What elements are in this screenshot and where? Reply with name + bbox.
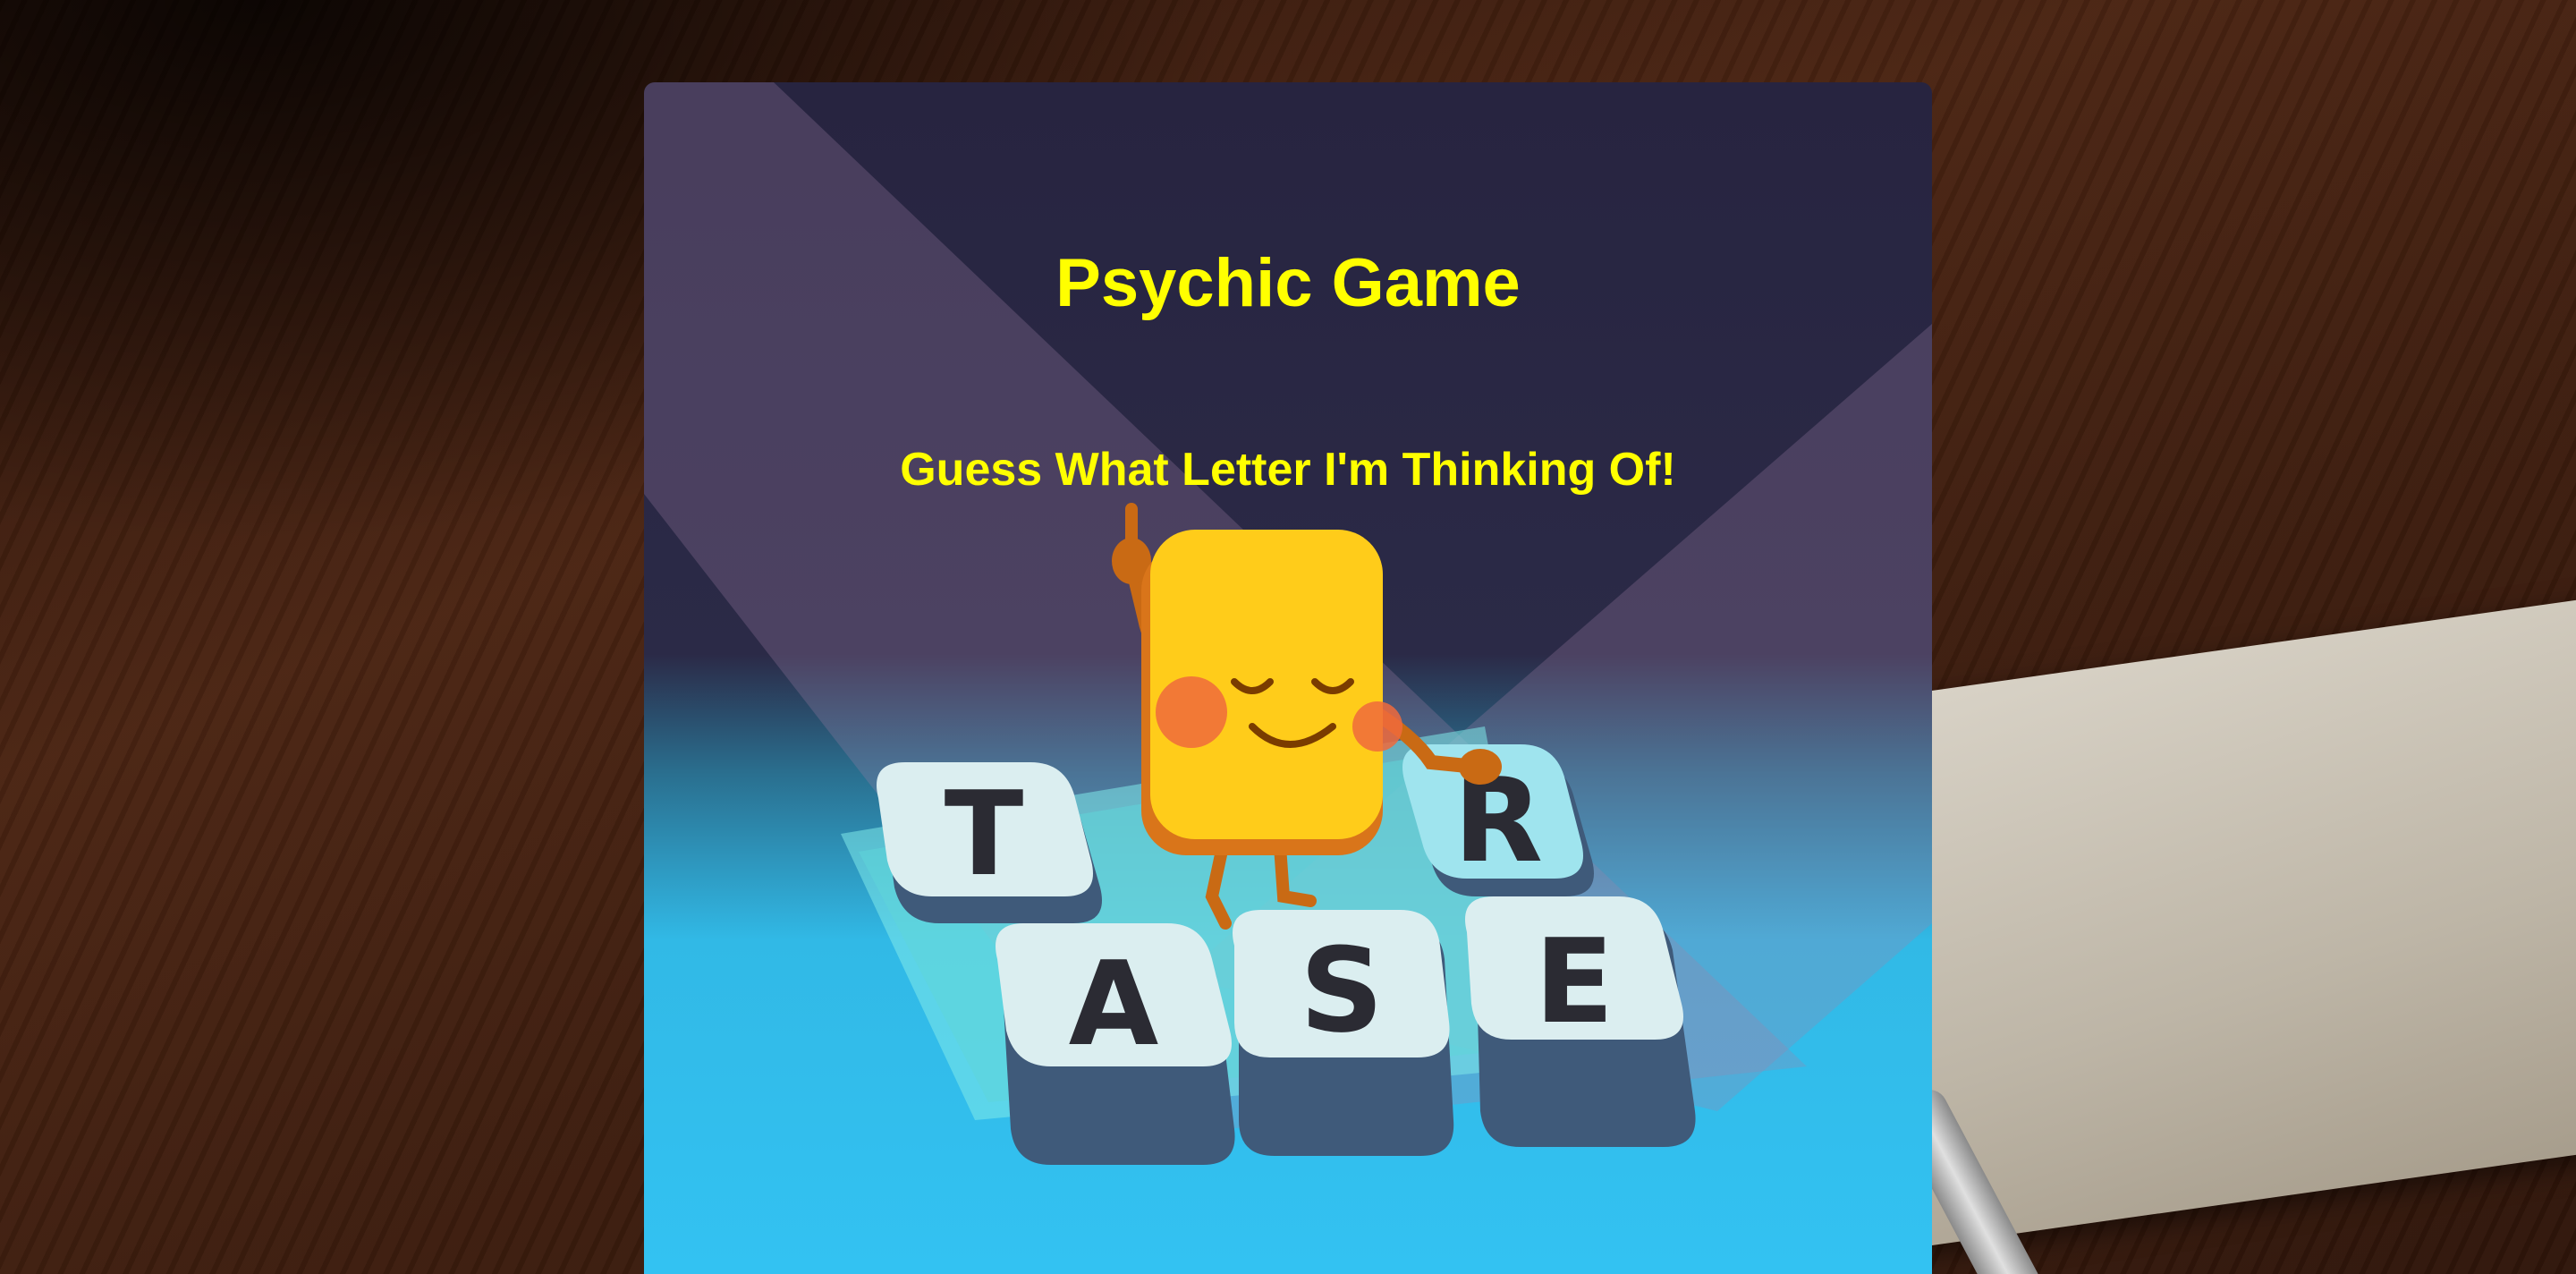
tile-a: A [996, 923, 1235, 1165]
tile-letter: E [1535, 913, 1614, 1049]
tile-t: T [877, 762, 1102, 923]
paper-background [1923, 596, 2576, 1247]
tile-e: E [1465, 896, 1696, 1147]
game-title: Psychic Game [1055, 244, 1521, 321]
tile-s: S [1233, 910, 1454, 1156]
tile-letter: A [1069, 936, 1159, 1072]
tile-letter: T [945, 766, 1024, 902]
tile-letter: S [1300, 922, 1384, 1058]
game-subtitle: Guess What Letter I'm Thinking Of! [900, 444, 1676, 497]
game-card: Psychic Game Guess What Letter I'm Think… [644, 82, 1932, 1274]
